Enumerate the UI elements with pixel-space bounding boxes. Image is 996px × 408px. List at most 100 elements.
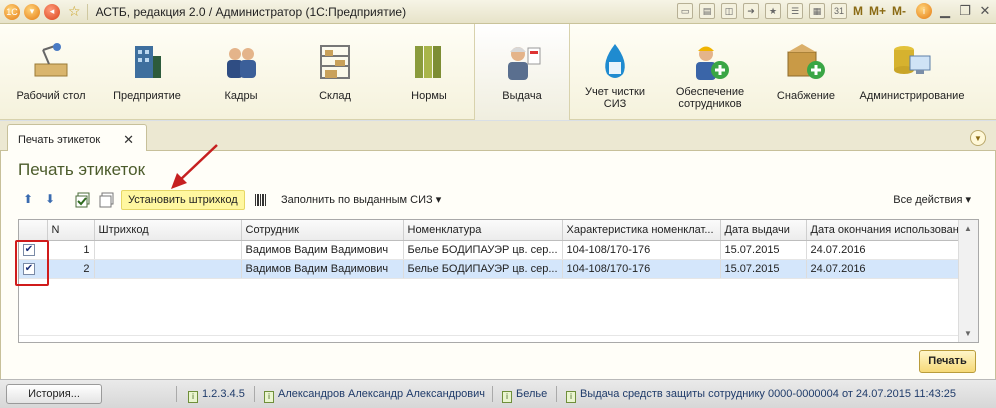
- issue-date-cell[interactable]: 15.07.2015: [720, 259, 807, 279]
- tab-print-labels[interactable]: Печать этикеток ✕: [7, 124, 147, 152]
- characteristic-cell[interactable]: 104-108/170-176: [562, 240, 721, 260]
- tab-close-icon[interactable]: ✕: [123, 132, 134, 148]
- tab-label: Печать этикеток: [18, 134, 101, 146]
- status-document[interactable]: i Выдача средств защиты сотруднику 0000-0…: [566, 388, 956, 403]
- chevron-down-icon[interactable]: ▼: [970, 130, 986, 146]
- column-header[interactable]: Сотрудник: [241, 220, 404, 241]
- section-issue[interactable]: Выдача: [474, 24, 570, 120]
- close-icon[interactable]: ✕: [978, 3, 992, 19]
- section-norms[interactable]: Нормы: [392, 24, 466, 120]
- status-item[interactable]: i Белье: [502, 388, 547, 403]
- app-logo-icon[interactable]: 1С: [4, 3, 20, 20]
- nomenclature-cell[interactable]: Белье БОДИПАУЭР цв. сер...: [403, 240, 563, 260]
- section-warehouse[interactable]: Склад: [298, 24, 372, 120]
- issue-date-cell[interactable]: 15.07.2015: [720, 240, 807, 260]
- column-header[interactable]: [19, 220, 48, 241]
- window-title: АСТБ, редакция 2.0 / Администратор (1С:П…: [95, 4, 407, 19]
- row-number: 1: [47, 240, 95, 260]
- status-version-text: 1.2.3.4.5: [202, 388, 245, 400]
- row-number: 2: [47, 259, 95, 279]
- check-all-icon[interactable]: [75, 192, 91, 208]
- status-divider: [556, 386, 557, 402]
- section-cleaning[interactable]: Учет чистки СИЗ: [578, 24, 652, 120]
- menu-dropdown-icon[interactable]: ▾: [24, 3, 40, 20]
- move-up-icon[interactable]: ⬆: [23, 192, 33, 206]
- favorites-star-icon[interactable]: ☆: [68, 3, 81, 20]
- table-row[interactable]: ✔ 1 Вадимов Вадим Вадимович Белье БОДИПА…: [19, 240, 959, 260]
- status-bar: История... i 1.2.3.4.5 i Александров Алекс…: [0, 379, 996, 408]
- history-icon[interactable]: ☰: [786, 3, 803, 19]
- column-header[interactable]: Номенклатура: [403, 220, 563, 241]
- calendar-icon[interactable]: 31: [830, 3, 847, 19]
- section-supply-employees[interactable]: Обеспечение сотрудников: [668, 24, 752, 120]
- info-icon: i: [188, 391, 198, 403]
- employee-cell[interactable]: Вадимов Вадим Вадимович: [241, 259, 404, 279]
- save-icon[interactable]: ▭: [676, 3, 693, 19]
- memory-minus-button[interactable]: M-: [892, 4, 906, 18]
- people-icon: [227, 48, 256, 78]
- row-checkbox[interactable]: ✔: [23, 244, 35, 256]
- row-checkbox-cell[interactable]: ✔: [19, 259, 48, 279]
- employee-cell[interactable]: Вадимов Вадим Вадимович: [241, 240, 404, 260]
- calculator-icon[interactable]: ▦: [808, 3, 825, 19]
- row-checkbox[interactable]: ✔: [23, 263, 35, 275]
- column-header[interactable]: Дата выдачи: [720, 220, 807, 241]
- open-windows-tabs: Печать этикеток ✕ ▼: [0, 121, 996, 152]
- maximize-icon[interactable]: ❐: [958, 3, 972, 19]
- scroll-down-icon[interactable]: ▼: [964, 329, 972, 338]
- labels-table: N Штрихкод Сотрудник Номенклатура Характ…: [18, 219, 979, 343]
- section-desktop[interactable]: Рабочий стол: [14, 24, 88, 120]
- section-label: Рабочий стол: [16, 90, 86, 102]
- server-icon: [894, 46, 931, 74]
- status-user-text: Александров Александр Александрович: [278, 388, 486, 400]
- status-user[interactable]: i Александров Александр Александрович: [264, 388, 485, 403]
- memory-plus-button[interactable]: M+: [869, 4, 886, 18]
- print-icon[interactable]: ▤: [698, 3, 715, 19]
- table-row[interactable]: ✔ 2 Вадимов Вадим Вадимович Белье БОДИПА…: [19, 259, 959, 279]
- move-down-icon[interactable]: ⬇: [45, 192, 55, 206]
- row-checkbox-cell[interactable]: ✔: [19, 240, 48, 260]
- fill-by-issued-button[interactable]: Заполнить по выданным СИЗ ▾: [281, 193, 441, 206]
- goto-icon[interactable]: ➜: [742, 3, 759, 19]
- end-date-cell[interactable]: 24.07.2016: [806, 259, 959, 279]
- section-label: Нормы: [411, 90, 447, 102]
- barcode-cell[interactable]: [94, 240, 242, 260]
- end-date-cell[interactable]: 24.07.2016: [806, 240, 959, 260]
- section-personnel[interactable]: Кадры: [206, 24, 276, 120]
- section-label: Склад: [319, 90, 351, 102]
- print-button[interactable]: Печать: [919, 350, 976, 373]
- barcode-icon[interactable]: [253, 192, 269, 208]
- vertical-scrollbar[interactable]: ▲ ▼: [958, 220, 978, 342]
- scroll-up-icon[interactable]: ▲: [964, 224, 972, 233]
- section-label: Снабжение: [776, 90, 836, 102]
- section-enterprise[interactable]: Предприятие: [108, 24, 186, 120]
- set-barcode-button[interactable]: Установить штрихкод: [121, 190, 245, 210]
- history-back-icon[interactable]: ◂: [44, 3, 60, 20]
- titlebar-divider: [86, 3, 88, 20]
- column-header[interactable]: Штрихкод: [94, 220, 242, 241]
- uncheck-all-icon[interactable]: [99, 192, 115, 208]
- column-header[interactable]: Характеристика номенклат...: [562, 220, 721, 241]
- nomenclature-cell[interactable]: Белье БОДИПАУЭР цв. сер...: [403, 259, 563, 279]
- minimize-icon[interactable]: ▁: [938, 3, 952, 19]
- shelves-icon: [320, 45, 350, 79]
- favorites-icon[interactable]: ★: [764, 3, 781, 19]
- column-header[interactable]: N: [47, 220, 95, 241]
- print-labels-form: Печать этикеток ⬆ ⬇ Установить штрихкод …: [0, 144, 996, 379]
- worker-icon: [508, 47, 541, 80]
- preview-icon[interactable]: ◫: [720, 3, 737, 19]
- history-button[interactable]: История...: [6, 384, 102, 404]
- sections-panel: Рабочий стол Предприятие Кадры Склад Нор…: [0, 24, 996, 120]
- memory-button[interactable]: M: [853, 4, 863, 18]
- building-icon: [135, 46, 161, 78]
- annotation-arrow-icon: [171, 144, 218, 189]
- column-header[interactable]: Дата окончания использован: [806, 220, 959, 241]
- info-icon[interactable]: i: [916, 3, 932, 19]
- all-actions-menu[interactable]: Все действия ▾: [893, 193, 971, 206]
- status-divider: [176, 386, 177, 402]
- characteristic-cell[interactable]: 104-108/170-176: [562, 259, 721, 279]
- status-version[interactable]: i 1.2.3.4.5: [188, 388, 245, 403]
- barcode-cell[interactable]: [94, 259, 242, 279]
- section-administration[interactable]: Администрирование: [854, 24, 970, 120]
- section-procurement[interactable]: Снабжение: [768, 24, 844, 120]
